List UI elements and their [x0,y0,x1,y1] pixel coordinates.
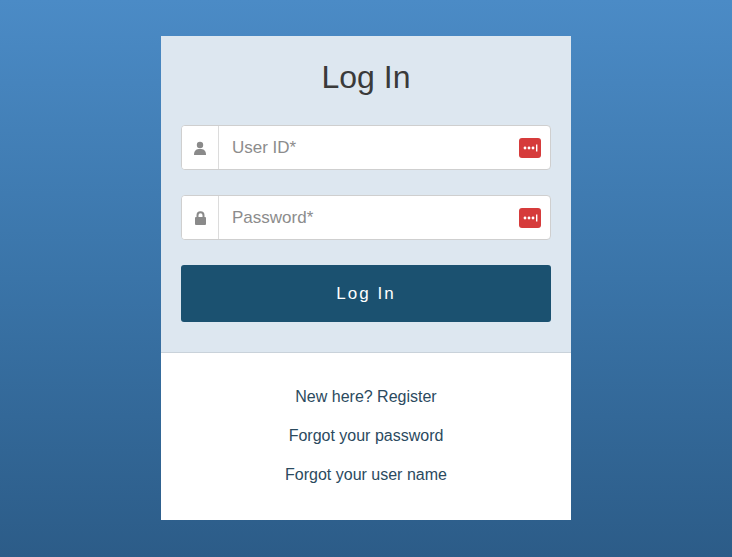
login-form: Log In Log In [161,36,571,353]
page-background: Log In Log In New here? Register Forgot y… [0,0,732,557]
help-links: New here? Register Forgot your password Fo… [161,353,571,520]
password-field [181,195,551,240]
login-button[interactable]: Log In [181,265,551,322]
user-icon [182,126,219,169]
help-link[interactable]: Forgot your password [289,424,444,448]
password-input[interactable] [219,196,510,239]
help-link[interactable]: New here? Register [295,385,436,409]
lock-icon [182,196,219,239]
field-list [181,125,551,240]
help-link[interactable]: Forgot your user name [285,463,447,487]
password-manager-icon[interactable] [510,196,550,239]
user-id-input[interactable] [219,126,510,169]
form-title: Log In [181,57,551,97]
password-manager-icon[interactable] [510,126,550,169]
user-id-field [181,125,551,170]
login-card: Log In Log In New here? Register Forgot y… [161,36,571,520]
